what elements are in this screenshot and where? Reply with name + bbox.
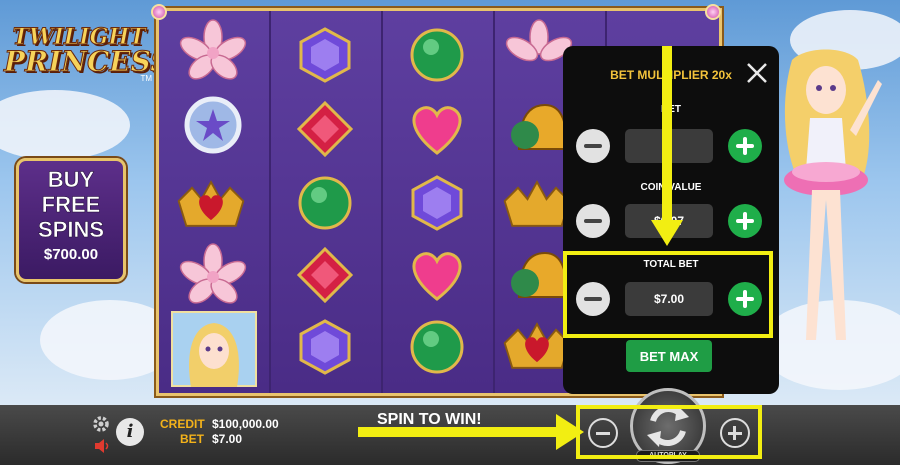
credit-label: CREDIT (160, 417, 205, 431)
coin-value-label: COIN VALUE (640, 182, 702, 193)
credit-value: $100,000.00 (212, 417, 279, 431)
buy-price: $700.00 (43, 246, 99, 263)
purple-gem-icon (399, 171, 475, 235)
bet-value-field (625, 129, 713, 163)
total-bet-highlight-box (563, 251, 773, 338)
spin-to-win-text: SPIN TO WIN! (377, 411, 482, 428)
bet-decrease-button[interactable] (576, 129, 610, 163)
buy-line-3: SPINS (37, 217, 105, 243)
purple-gem-icon (287, 315, 363, 379)
gear-icon[interactable] (92, 415, 110, 433)
reel-divider (493, 11, 495, 393)
green-gem-icon (399, 23, 475, 87)
red-gem-icon (287, 97, 363, 161)
trademark-label: TM (140, 74, 152, 83)
reel-corner-gem (705, 4, 721, 20)
green-gem-icon (399, 315, 475, 379)
green-gem-icon (287, 171, 363, 235)
coin-value-increase-button[interactable] (728, 204, 762, 238)
bet-value-bottom: $7.00 (212, 432, 243, 446)
reel-divider (381, 11, 383, 393)
princess-portrait-icon (171, 311, 257, 387)
buy-line-1: BUY (47, 167, 95, 193)
purple-gem-icon (287, 23, 363, 87)
heart-crown-icon (173, 171, 249, 235)
info-icon[interactable]: i (116, 418, 144, 446)
bet-max-button[interactable]: BET MAX (626, 340, 712, 372)
pink-heart-icon (399, 97, 475, 161)
spin-controls-highlight-box (576, 405, 762, 459)
star-mirror-icon (175, 93, 251, 157)
reel-divider (269, 11, 271, 393)
bet-increase-button[interactable] (728, 129, 762, 163)
speaker-icon[interactable] (94, 439, 110, 453)
coin-value-field: $0.07 (625, 204, 713, 238)
pink-heart-icon (399, 243, 475, 307)
lotus-flower-icon (175, 19, 251, 83)
bet-label: BET (661, 104, 681, 115)
bet-label-bottom: BET (180, 432, 204, 446)
red-gem-icon (287, 243, 363, 307)
coin-value-decrease-button[interactable] (576, 204, 610, 238)
princess-character-icon (770, 40, 890, 380)
game-logo: TWILIGHT PRINCESS TM (4, 18, 171, 110)
bet-multiplier-label: BET MULTIPLIER 20x (610, 68, 732, 82)
reel-corner-gem (151, 4, 167, 20)
lotus-flower-icon (175, 243, 251, 307)
buy-line-2: FREE (41, 192, 101, 218)
logo-line-2: PRINCESS (4, 45, 171, 78)
buy-free-spins-button[interactable]: BUY FREE SPINS $700.00 (16, 158, 126, 282)
